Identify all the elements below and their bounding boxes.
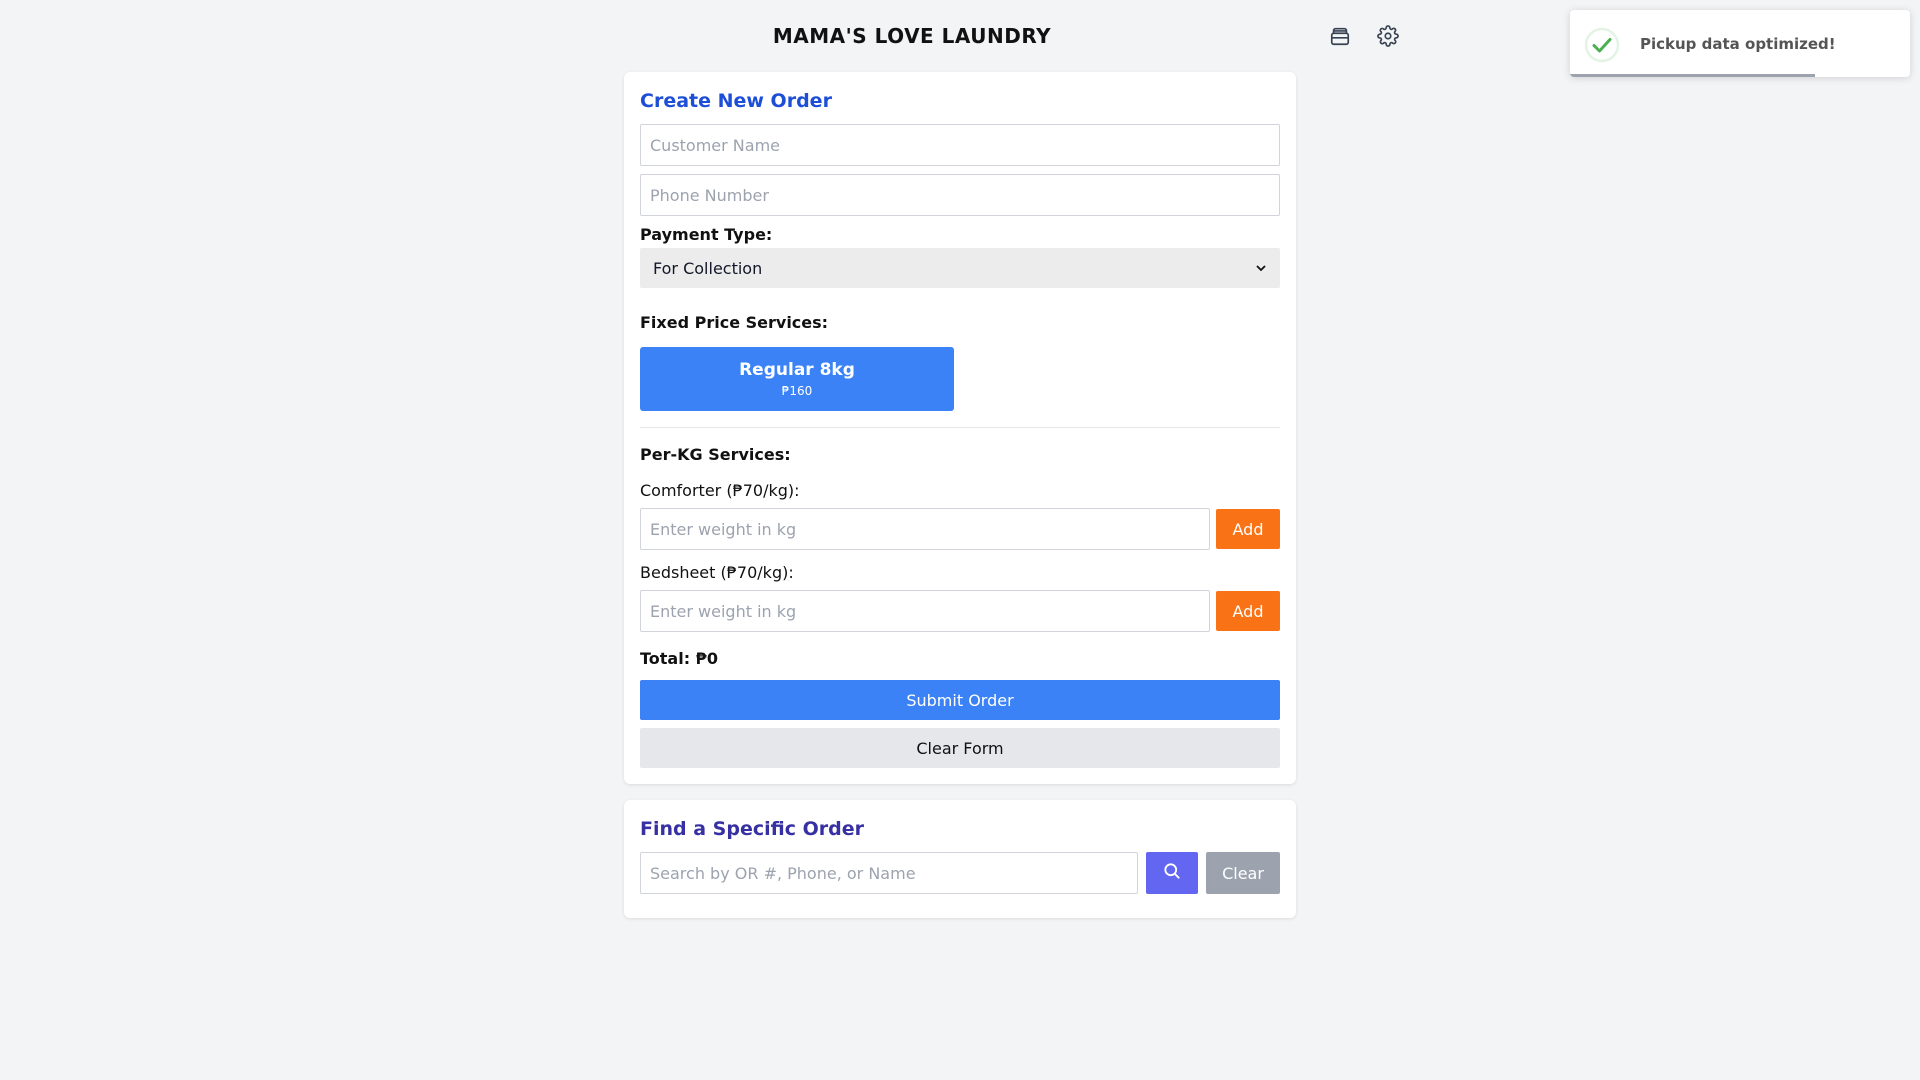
create-order-title: Create New Order [640, 90, 832, 112]
toast-progress-bar [1570, 74, 1910, 77]
chevron-down-icon [1255, 259, 1267, 278]
create-order-card: Create New Order Payment Type: For Colle… [624, 72, 1296, 784]
search-icon [1162, 861, 1182, 885]
toast-message: Pickup data optimized! [1640, 35, 1836, 53]
payment-type-label: Payment Type: [640, 225, 773, 244]
comforter-label: Comforter (₱70/kg): [640, 481, 800, 500]
app-title: MAMA'S LOVE LAUNDRY [772, 24, 1052, 48]
clear-form-button[interactable]: Clear Form [640, 728, 1280, 768]
service-price: ₱160 [781, 384, 813, 398]
check-circle-icon [1584, 27, 1620, 63]
phone-number-input[interactable] [640, 174, 1280, 216]
payment-type-select[interactable]: For Collection [640, 248, 1280, 288]
success-toast[interactable]: Pickup data optimized! [1570, 10, 1910, 77]
comforter-weight-input[interactable] [640, 508, 1210, 550]
section-divider [640, 427, 1280, 428]
payment-type-value: For Collection [653, 258, 763, 278]
submit-order-button[interactable]: Submit Order [640, 680, 1280, 720]
customer-name-input[interactable] [640, 124, 1280, 166]
toast-progress-fill [1570, 74, 1815, 77]
per-kg-services-label: Per-KG Services: [640, 445, 791, 464]
bedsheet-weight-input[interactable] [640, 590, 1210, 632]
fixed-services-label: Fixed Price Services: [640, 313, 829, 332]
order-total: Total: ₱0 [640, 649, 718, 668]
clear-search-button[interactable]: Clear [1206, 852, 1280, 894]
gear-icon[interactable] [1376, 24, 1400, 48]
find-order-card: Find a Specific Order Clear [624, 800, 1296, 918]
bedsheet-label: Bedsheet (₱70/kg): [640, 563, 794, 582]
service-regular-8kg-button[interactable]: Regular 8kg ₱160 [640, 347, 954, 411]
service-name: Regular 8kg [739, 360, 855, 380]
add-comforter-button[interactable]: Add [1216, 509, 1280, 549]
add-bedsheet-button[interactable]: Add [1216, 591, 1280, 631]
archive-icon[interactable] [1328, 24, 1352, 48]
order-search-input[interactable] [640, 852, 1138, 894]
find-order-title: Find a Specific Order [640, 818, 864, 840]
search-button[interactable] [1146, 852, 1198, 894]
